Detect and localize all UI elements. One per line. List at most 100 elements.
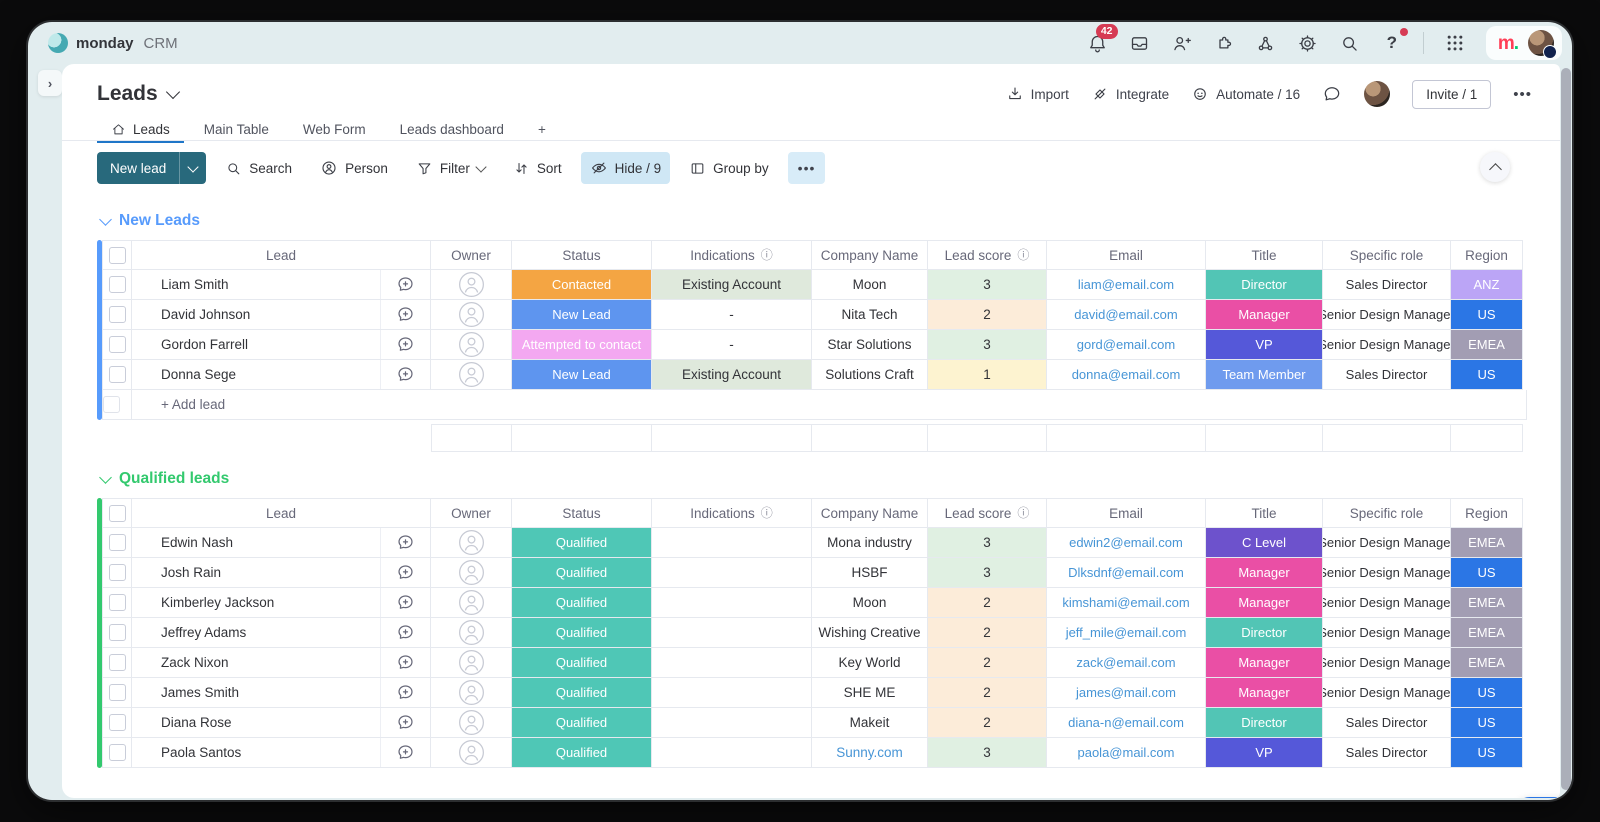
- cell-lead[interactable]: James Smith: [132, 678, 431, 708]
- cell-title[interactable]: Director: [1206, 708, 1323, 738]
- cell-email[interactable]: donna@email.com: [1047, 360, 1206, 390]
- cell-owner[interactable]: [431, 330, 512, 360]
- cell-region[interactable]: EMEA: [1451, 648, 1523, 678]
- cell-specific-role[interactable]: Senior Design Manager: [1323, 330, 1451, 360]
- board-menu-button[interactable]: •••: [1513, 86, 1532, 103]
- cell-specific-role[interactable]: Sales Director: [1323, 360, 1451, 390]
- cell-specific-role[interactable]: Senior Design Manager: [1323, 648, 1451, 678]
- sidebar-expand-button[interactable]: ›: [38, 70, 62, 96]
- new-lead-button[interactable]: New lead: [97, 152, 179, 184]
- integrations-button[interactable]: [1213, 32, 1235, 54]
- column-header-email[interactable]: Email: [1047, 498, 1206, 528]
- cell-indications[interactable]: -: [652, 300, 812, 330]
- row-checkbox-cell[interactable]: [102, 558, 132, 588]
- new-lead-split-button[interactable]: New lead: [97, 152, 206, 184]
- tab-main-table[interactable]: Main Table: [190, 115, 283, 140]
- cell-lead[interactable]: Paola Santos: [132, 738, 431, 768]
- column-header-indications[interactable]: Indicationsⓘ: [652, 498, 812, 528]
- board-owner-avatar[interactable]: [1364, 81, 1390, 107]
- hide-columns-button[interactable]: Hide / 9: [581, 152, 671, 184]
- cell-specific-role[interactable]: Senior Design Manager: [1323, 558, 1451, 588]
- cell-company[interactable]: HSBF: [812, 558, 928, 588]
- cell-owner[interactable]: [431, 708, 512, 738]
- search-tool-button[interactable]: Search: [216, 152, 301, 184]
- cell-company[interactable]: Moon: [812, 270, 928, 300]
- cell-title[interactable]: VP: [1206, 330, 1323, 360]
- cell-lead[interactable]: Liam Smith: [132, 270, 431, 300]
- cell-lead[interactable]: Josh Rain: [132, 558, 431, 588]
- org-chart-button[interactable]: [1255, 32, 1277, 54]
- tab-leads[interactable]: Leads: [97, 115, 184, 143]
- cell-indications[interactable]: [652, 648, 812, 678]
- row-checkbox-cell[interactable]: [102, 708, 132, 738]
- group-title[interactable]: New Leads: [101, 210, 1537, 232]
- tab-leads-dashboard[interactable]: Leads dashboard: [386, 115, 518, 140]
- board-chat-button[interactable]: [1322, 84, 1342, 104]
- cell-company[interactable]: Makeit: [812, 708, 928, 738]
- help-menu-button[interactable]: ?: [1381, 32, 1403, 54]
- search-button[interactable]: [1339, 32, 1361, 54]
- column-header-lead-score[interactable]: Lead scoreⓘ: [928, 240, 1047, 270]
- apps-grid-button[interactable]: [1444, 32, 1466, 54]
- cell-owner[interactable]: [431, 678, 512, 708]
- board-title[interactable]: Leads: [97, 82, 158, 106]
- header-checkbox-cell[interactable]: [102, 498, 132, 528]
- row-checkbox-cell[interactable]: [102, 588, 132, 618]
- row-checkbox[interactable]: [109, 276, 126, 293]
- cell-region[interactable]: US: [1451, 708, 1523, 738]
- open-conversation-button[interactable]: [380, 738, 430, 767]
- open-conversation-button[interactable]: [380, 558, 430, 587]
- add-lead-row[interactable]: + Add lead: [102, 390, 1527, 420]
- select-all-checkbox[interactable]: [109, 247, 126, 264]
- automate-button[interactable]: Automate / 16: [1191, 85, 1300, 103]
- cell-status[interactable]: Qualified: [512, 678, 652, 708]
- integrate-button[interactable]: Integrate: [1091, 85, 1169, 103]
- cell-status[interactable]: New Lead: [512, 300, 652, 330]
- cell-lead-score[interactable]: 3: [928, 528, 1047, 558]
- cell-lead-score[interactable]: 2: [928, 678, 1047, 708]
- profile-area[interactable]: m.: [1486, 26, 1562, 60]
- group-collapse-chevron-icon[interactable]: [99, 213, 112, 226]
- cell-lead-score[interactable]: 3: [928, 738, 1047, 768]
- cell-company[interactable]: Moon: [812, 588, 928, 618]
- cell-indications[interactable]: Existing Account: [652, 270, 812, 300]
- cell-email[interactable]: kimshami@email.com: [1047, 588, 1206, 618]
- cell-email[interactable]: paola@mail.com: [1047, 738, 1206, 768]
- cell-owner[interactable]: [431, 360, 512, 390]
- cell-lead[interactable]: Jeffrey Adams: [132, 618, 431, 648]
- cell-company[interactable]: Solutions Craft: [812, 360, 928, 390]
- cell-company[interactable]: Wishing Creative: [812, 618, 928, 648]
- cell-company[interactable]: Star Solutions: [812, 330, 928, 360]
- cell-email[interactable]: james@mail.com: [1047, 678, 1206, 708]
- row-checkbox-cell[interactable]: [102, 330, 132, 360]
- cell-owner[interactable]: [431, 618, 512, 648]
- column-header-status[interactable]: Status: [512, 240, 652, 270]
- row-checkbox-cell[interactable]: [102, 738, 132, 768]
- row-checkbox[interactable]: [109, 594, 126, 611]
- person-filter-button[interactable]: Person: [311, 152, 397, 184]
- vertical-scrollbar-thumb[interactable]: [1561, 68, 1571, 790]
- sort-button[interactable]: Sort: [504, 152, 571, 184]
- cell-owner[interactable]: [431, 300, 512, 330]
- notifications-button[interactable]: 42: [1087, 32, 1109, 54]
- cell-specific-role[interactable]: Senior Design Manager: [1323, 588, 1451, 618]
- cell-indications[interactable]: [652, 738, 812, 768]
- cell-title[interactable]: Manager: [1206, 648, 1323, 678]
- cell-status[interactable]: Qualified: [512, 558, 652, 588]
- cell-title[interactable]: Manager: [1206, 558, 1323, 588]
- invite-members-button[interactable]: [1171, 32, 1193, 54]
- open-conversation-button[interactable]: [380, 648, 430, 677]
- cell-title[interactable]: Manager: [1206, 678, 1323, 708]
- cell-title[interactable]: Director: [1206, 618, 1323, 648]
- row-checkbox[interactable]: [109, 654, 126, 671]
- cell-specific-role[interactable]: Sales Director: [1323, 270, 1451, 300]
- cell-indications[interactable]: [652, 558, 812, 588]
- cell-status[interactable]: Qualified: [512, 708, 652, 738]
- column-header-title[interactable]: Title: [1206, 240, 1323, 270]
- cell-title[interactable]: Director: [1206, 270, 1323, 300]
- cell-lead-score[interactable]: 2: [928, 618, 1047, 648]
- cell-lead[interactable]: Diana Rose: [132, 708, 431, 738]
- cell-email[interactable]: jeff_mile@email.com: [1047, 618, 1206, 648]
- cell-lead-score[interactable]: 3: [928, 270, 1047, 300]
- open-conversation-button[interactable]: [380, 678, 430, 707]
